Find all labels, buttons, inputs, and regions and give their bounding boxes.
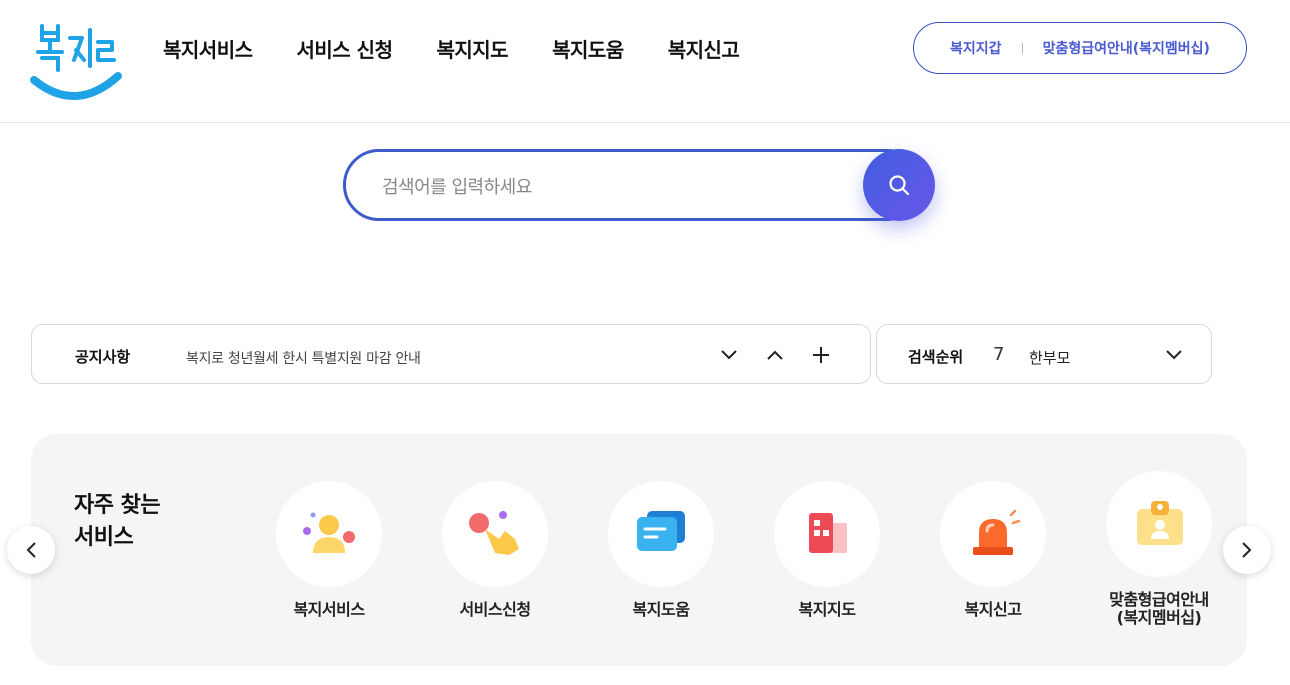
search-button[interactable] bbox=[863, 149, 935, 221]
main-nav: 복지서비스 서비스 신청 복지지도 복지도움 복지신고 bbox=[163, 34, 783, 63]
chevron-left-icon bbox=[26, 542, 36, 558]
custom-benefit-link[interactable]: 맞춤형급여안내(복지멤버십) bbox=[1043, 38, 1210, 58]
boksiro-logo[interactable] bbox=[28, 18, 124, 106]
carousel-prev-button[interactable] bbox=[7, 526, 55, 574]
service-circle bbox=[1106, 471, 1212, 577]
search-box bbox=[343, 149, 923, 221]
welfare-wallet-link[interactable]: 복지지갑 bbox=[950, 38, 1002, 58]
section-title: 자주 찾는 서비스 bbox=[74, 490, 161, 554]
frequent-services: 자주 찾는 서비스 복지서비스 서비스신청 복지도움 복지지도 복지신고 맞춤형… bbox=[31, 434, 1247, 666]
site-header: 복지서비스 서비스 신청 복지지도 복지도움 복지신고 복지지갑 맞춤형급여안내… bbox=[0, 0, 1290, 123]
service-item-welfare-map[interactable]: 복지지도 bbox=[757, 481, 897, 619]
chevron-down-icon bbox=[1166, 350, 1182, 360]
service-label: 복지도움 bbox=[632, 600, 690, 619]
search-bar bbox=[343, 149, 935, 221]
notice-text[interactable]: 복지로 청년월세 한시 특별지원 마감 안내 bbox=[186, 348, 421, 368]
search-rank-bar: 검색순위 7 한부모 bbox=[876, 324, 1212, 384]
service-circle bbox=[276, 481, 382, 587]
service-item-welfare-help[interactable]: 복지도움 bbox=[591, 481, 731, 619]
service-circle bbox=[442, 481, 548, 587]
notice-more-button[interactable] bbox=[810, 344, 832, 366]
divider bbox=[1021, 42, 1023, 54]
carousel-next-button[interactable] bbox=[1223, 526, 1271, 574]
service-label: 서비스신청 bbox=[459, 600, 531, 619]
notice-bar: 공지사항 복지로 청년월세 한시 특별지원 마감 안내 bbox=[31, 324, 871, 384]
notice-label: 공지사항 bbox=[75, 348, 131, 366]
plus-icon bbox=[813, 347, 829, 363]
service-circle bbox=[608, 481, 714, 587]
service-circle bbox=[774, 481, 880, 587]
service-item-welfare-report[interactable]: 복지신고 bbox=[923, 481, 1063, 619]
nav-service-apply[interactable]: 서비스 신청 bbox=[297, 34, 393, 63]
nav-welfare-map[interactable]: 복지지도 bbox=[436, 34, 508, 63]
search-icon bbox=[889, 175, 910, 196]
service-item-service-apply[interactable]: 서비스신청 bbox=[425, 481, 565, 619]
chevron-right-icon bbox=[1242, 542, 1252, 558]
id-card-icon bbox=[1137, 501, 1183, 545]
person-icon bbox=[303, 512, 355, 553]
rank-expand-button[interactable] bbox=[1163, 344, 1185, 366]
notice-prev-button[interactable] bbox=[764, 344, 786, 366]
service-item-welfare-service[interactable]: 복지서비스 bbox=[259, 481, 399, 619]
chevron-down-icon bbox=[721, 350, 737, 360]
utility-links: 복지지갑 맞춤형급여안내(복지멤버십) bbox=[913, 22, 1247, 74]
nav-welfare-service[interactable]: 복지서비스 bbox=[163, 34, 253, 63]
nav-welfare-help[interactable]: 복지도움 bbox=[552, 34, 624, 63]
rank-number: 7 bbox=[993, 344, 1005, 365]
nav-welfare-report[interactable]: 복지신고 bbox=[668, 34, 740, 63]
service-label: 복지지도 bbox=[798, 600, 856, 619]
service-label: 복지신고 bbox=[964, 600, 1022, 619]
service-label: 복지서비스 bbox=[293, 600, 365, 619]
chevron-up-icon bbox=[767, 350, 783, 360]
rank-keyword[interactable]: 한부모 bbox=[1029, 347, 1070, 368]
service-circle bbox=[940, 481, 1046, 587]
chat-icon bbox=[637, 511, 685, 551]
rank-label: 검색순위 bbox=[908, 348, 964, 366]
hand-click-icon bbox=[469, 511, 519, 555]
building-icon bbox=[809, 513, 847, 553]
search-input[interactable] bbox=[382, 172, 842, 202]
service-label: 맞춤형급여안내 (복지멤버십) bbox=[1109, 590, 1209, 627]
siren-icon bbox=[973, 509, 1021, 555]
notice-next-button[interactable] bbox=[718, 344, 740, 366]
section-title-line1: 자주 찾는 bbox=[74, 493, 161, 518]
section-title-line2: 서비스 bbox=[74, 525, 134, 550]
service-item-custom-benefit[interactable]: 맞춤형급여안내 (복지멤버십) bbox=[1089, 471, 1229, 627]
